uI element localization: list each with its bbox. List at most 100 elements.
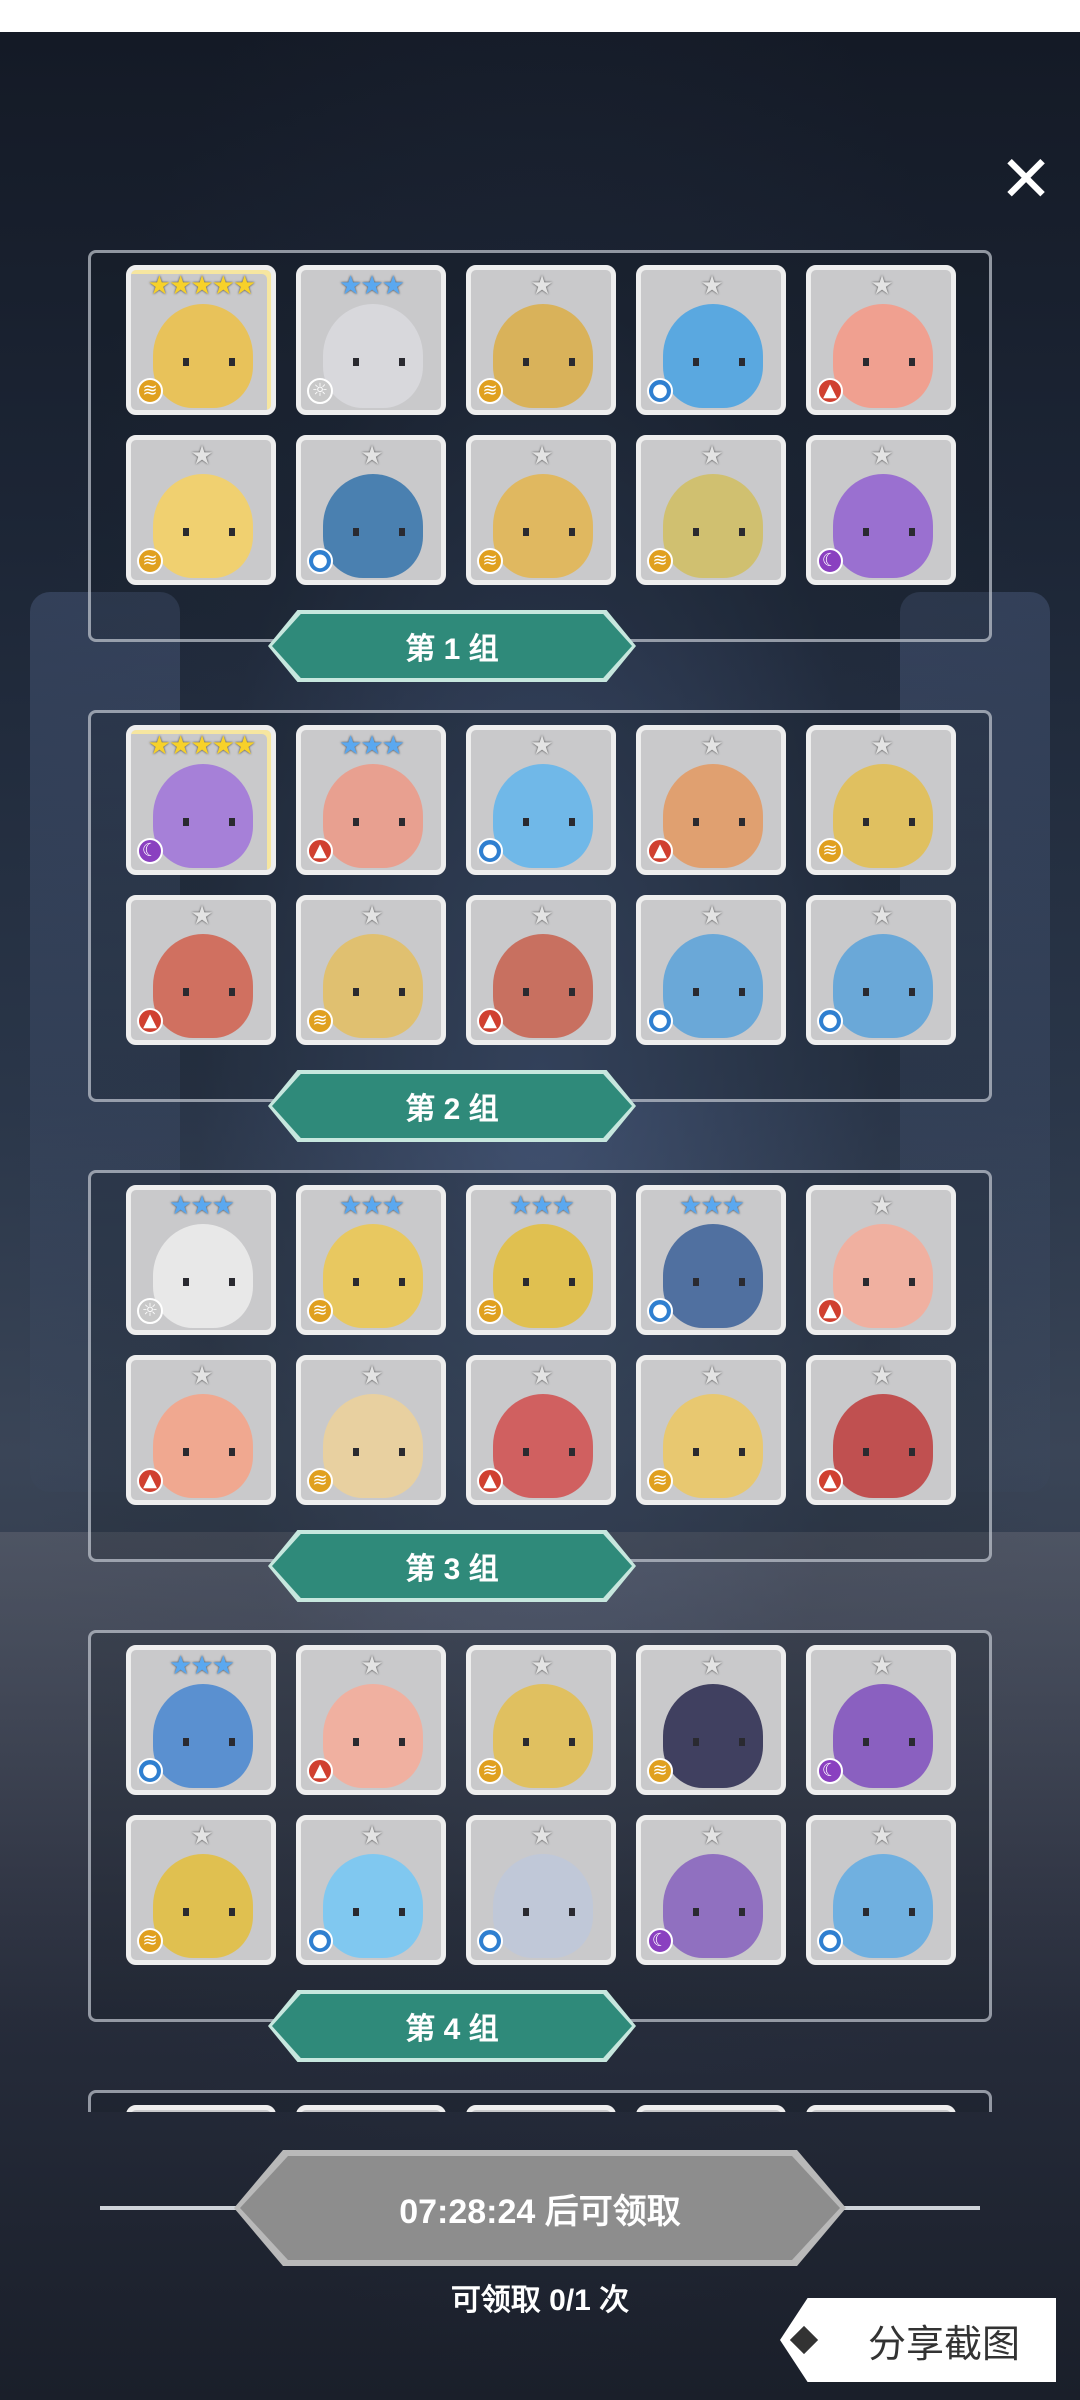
star-rating: ★ [870,731,893,761]
star-rating: ★★★ [169,1651,235,1681]
fire-element-icon: ▲ [307,838,333,864]
hero-card[interactable]: ★ ● [296,435,446,585]
hero-card[interactable]: ★ ▲ [636,725,786,875]
hero-card[interactable]: ★ ☾ [806,435,956,585]
hero-card[interactable]: ★ [296,2105,446,2112]
hero-card[interactable]: ★ ▲ [806,1185,956,1335]
star-rating: ★ [530,271,553,301]
hero-portrait [323,1394,423,1498]
hero-card[interactable]: ★ ☾ [636,1815,786,1965]
hero-card[interactable]: ★ [806,2105,956,2112]
status-bar [0,0,1080,32]
hero-card[interactable]: ★★★ ≋ [466,1185,616,1335]
hero-portrait [663,764,763,868]
hero-card[interactable]: ★ [126,2105,276,2112]
star-rating: ★ [870,1651,893,1681]
hero-card[interactable]: ★ ● [466,725,616,875]
hero-portrait [833,764,933,868]
star-rating: ★ [360,901,383,931]
hero-card[interactable]: ★ ▲ [296,1645,446,1795]
hero-portrait [493,1394,593,1498]
dark-element-icon: ☾ [817,548,843,574]
share-screenshot-button[interactable]: 分享截图 [780,2298,1056,2382]
hero-card[interactable]: ★★★ ☼ [126,1185,276,1335]
hero-card[interactable]: ★★★ ● [636,1185,786,1335]
hero-card[interactable]: ★ ≋ [126,1815,276,1965]
star-rating: ★ [360,1361,383,1391]
hero-card[interactable]: ★ ≋ [296,1355,446,1505]
hero-card[interactable]: ★ ▲ [806,265,956,415]
fire-element-icon: ▲ [477,1468,503,1494]
hero-card[interactable]: ★ ● [466,1815,616,1965]
hero-card[interactable]: ★★★★★ ≋ [126,265,276,415]
fire-element-icon: ▲ [307,1758,333,1784]
wind-element-icon: ≋ [647,548,673,574]
hero-card[interactable]: ★ [466,2105,616,2112]
water-element-icon: ● [647,378,673,404]
close-icon[interactable]: ✕ [996,148,1056,212]
star-rating: ★★★ [339,271,405,301]
water-element-icon: ● [477,838,503,864]
hero-portrait [323,764,423,868]
star-rating: ★ [530,731,553,761]
hero-portrait [153,1394,253,1498]
claim-button[interactable]: 07:28:24 后可领取 [240,2156,840,2260]
hero-card[interactable]: ★ ≋ [296,895,446,1045]
claim-button-label: 07:28:24 后可领取 [399,2192,681,2231]
hero-portrait [153,474,253,578]
fire-element-icon: ▲ [477,1008,503,1034]
hero-card[interactable]: ★★★ ● [126,1645,276,1795]
hero-portrait [833,474,933,578]
star-rating: ★ [870,1191,893,1221]
group-label: 第 4 组 [272,1994,632,2058]
star-rating: ★★★ [169,1191,235,1221]
hero-card[interactable]: ★★★ ▲ [296,725,446,875]
hero-card[interactable]: ★ ≋ [636,1645,786,1795]
hero-card[interactable]: ★★★ ≋ [296,1185,446,1335]
hero-portrait [153,1224,253,1328]
hero-card-grid: ★★★★★ ≋ ★★★ ☼ ★ ≋ ★ ● ★ ▲ ★ ≋ ★ ● ★ ≋ ★ ≋ ★ ☾ [126,265,960,585]
hero-portrait [833,304,933,408]
star-rating: ★ [190,1361,213,1391]
hero-card[interactable]: ★ ● [636,265,786,415]
hero-card[interactable]: ★ ≋ [466,265,616,415]
star-rating: ★ [190,441,213,471]
hero-card[interactable]: ★ ▲ [126,1355,276,1505]
star-rating: ★ [360,1651,383,1681]
hero-portrait [833,1854,933,1958]
group-label: 第 1 组 [272,614,632,678]
hero-card[interactable]: ★ ▲ [466,895,616,1045]
dark-element-icon: ☾ [647,1928,673,1954]
hero-card[interactable]: ★ ▲ [126,895,276,1045]
star-rating: ★ [360,1821,383,1851]
hero-card[interactable]: ★ ● [296,1815,446,1965]
star-rating: ★★★★★ [147,271,257,301]
hero-card-grid: ★★★ ● ★ ▲ ★ ≋ ★ ≋ ★ ☾ ★ ≋ ★ ● ★ ● ★ ☾ ★ ● [126,1645,960,1965]
group-list[interactable]: ★★★★★ ≋ ★★★ ☼ ★ ≋ ★ ● ★ ▲ ★ ≋ ★ ● ★ ≋ ★ ≋ ★ ☾ 第 1 组 ★★★★★ ☾ ★★★… [0,240,1080,2112]
hero-card[interactable]: ★ ≋ [466,1645,616,1795]
hero-card[interactable]: ★ ☾ [806,1645,956,1795]
water-element-icon: ● [307,548,333,574]
hero-portrait [153,304,253,408]
hero-group-2: ★★★★★ ☾ ★★★ ▲ ★ ● ★ ▲ ★ ≋ ★ ▲ ★ ≋ ★ ▲ ★ ● ★ ● [88,710,992,1102]
hero-card[interactable]: ★ ≋ [466,435,616,585]
hero-card[interactable]: ★ ≋ [636,1355,786,1505]
hero-card[interactable]: ★ ● [806,1815,956,1965]
hero-card[interactable]: ★ ▲ [806,1355,956,1505]
hero-card[interactable]: ★ ≋ [126,435,276,585]
hero-card[interactable]: ★ ≋ [806,725,956,875]
hero-card[interactable]: ★ ● [806,895,956,1045]
wind-element-icon: ≋ [477,1758,503,1784]
hero-card[interactable]: ★ [636,2105,786,2112]
hero-card[interactable]: ★ ▲ [466,1355,616,1505]
hero-card[interactable]: ★★★★★ ☾ [126,725,276,875]
hero-portrait [493,474,593,578]
hero-card[interactable]: ★ ● [636,895,786,1045]
hero-card[interactable]: ★★★ ☼ [296,265,446,415]
wind-element-icon: ≋ [817,838,843,864]
hero-portrait [493,304,593,408]
hero-card[interactable]: ★ ≋ [636,435,786,585]
wind-element-icon: ≋ [647,1758,673,1784]
water-element-icon: ● [647,1298,673,1324]
hero-portrait [833,1224,933,1328]
